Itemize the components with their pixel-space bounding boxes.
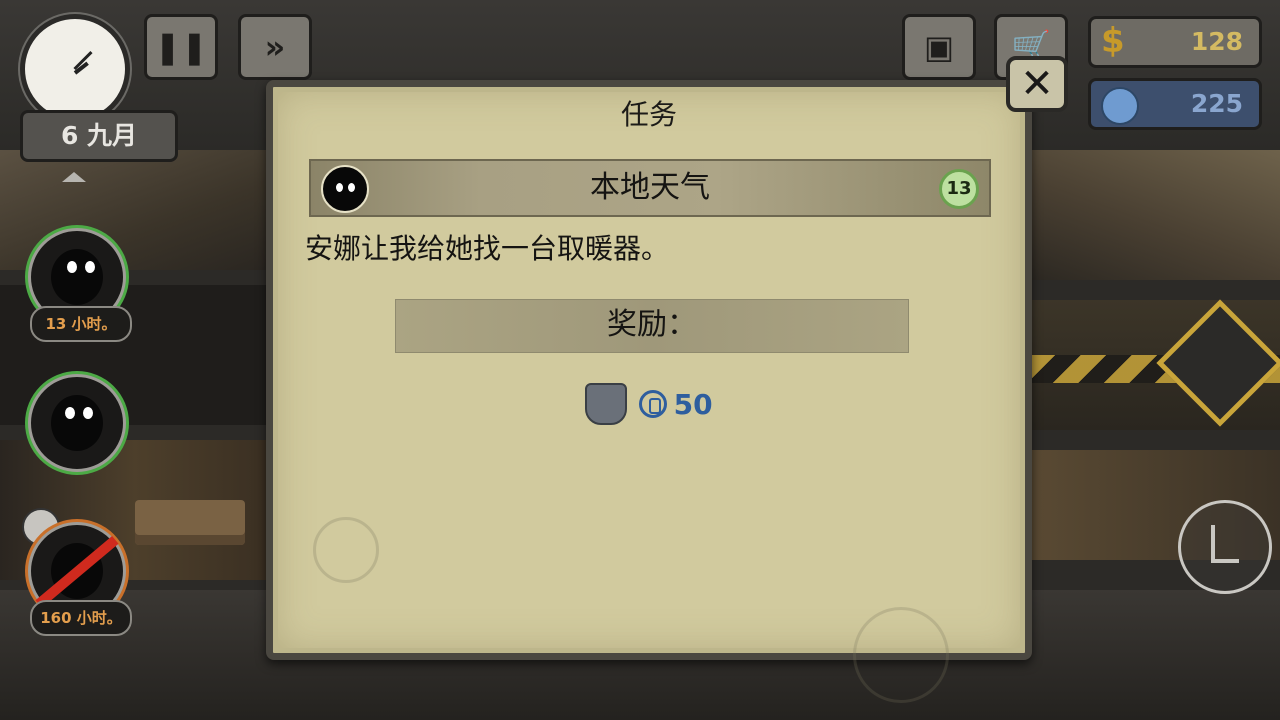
silhouette-icon [51,395,103,451]
clock-icon [20,14,130,124]
money-value: 128 [1190,27,1243,56]
time-skip-button[interactable] [1178,500,1272,594]
quest-header[interactable]: 本地天气 13 [309,159,991,217]
pause-button[interactable]: ❚❚ [144,14,218,80]
fast-forward-icon: » [264,28,286,66]
quest-description: 安娜让我给她找一台取暖器。 [305,232,670,265]
reward-value: 50 [673,387,713,421]
reputation-value: 225 [1190,89,1243,118]
reward-label: 奖励： [607,307,697,342]
reputation-counter: 225 [1088,78,1262,130]
reputation-icon [638,390,667,418]
dialog-title: 任务 [620,98,677,131]
close-button[interactable]: ✕ [1006,56,1068,112]
reputation-icon [1101,87,1139,125]
watermark-icon [313,517,379,583]
backpack-icon: ▣ [923,28,955,66]
silhouette-icon [51,249,103,305]
close-icon: ✕ [1020,61,1054,107]
bed [135,500,245,545]
attic-room-right [1030,150,1280,280]
backpack-button[interactable]: ▣ [902,14,976,80]
quest-name: 本地天气 [590,170,710,205]
quest-dialog: 任务 本地天气 13 安娜让我给她找一台取暖器。 奖励： 50 [266,80,1032,703]
reward-header: 奖励： [395,299,909,353]
fast-forward-button[interactable]: » [238,14,312,80]
character-timer: 13 小时。 [30,306,132,342]
pause-icon: ❚❚ [154,28,208,66]
shield-icon [585,383,628,425]
watermark-icon [853,607,949,703]
date-label: 6 九月 [20,110,178,162]
character-portrait[interactable] [28,374,126,472]
character-timer: 160 小时。 [30,600,132,636]
scroll-up-icon[interactable] [62,172,86,182]
money-counter: $ 128 [1088,16,1262,68]
dollar-icon: $ [1101,21,1125,61]
quest-level-badge: 13 [939,169,979,209]
reward-line: 50 [273,383,1025,425]
